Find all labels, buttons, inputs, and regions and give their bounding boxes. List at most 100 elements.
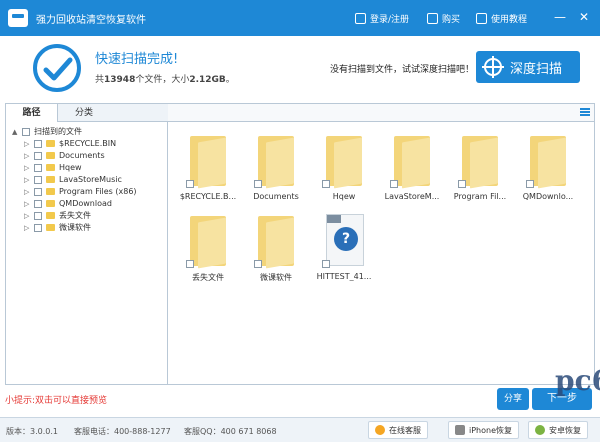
folder-icon — [326, 136, 362, 189]
close-button[interactable]: ✕ — [576, 8, 592, 26]
crosshair-icon — [482, 56, 504, 78]
buy-button[interactable]: 购买 — [427, 10, 460, 26]
android-recover-label: 安卓恢复 — [549, 425, 581, 435]
folder-icon — [258, 136, 294, 189]
grid-toolbar — [168, 104, 594, 122]
iphone-recover-button[interactable]: iPhone恢复 — [448, 421, 520, 439]
results-panel: 路径 分类 ▲ 扫描到的文件 ▷ $RECYCLE.BIN ▷ Documents … — [5, 103, 595, 385]
checkbox[interactable] — [34, 211, 42, 220]
login-label: 登录/注册 — [370, 14, 410, 25]
expand-icon[interactable]: ▷ — [24, 176, 31, 184]
grid-item[interactable]: Documents — [244, 130, 308, 206]
checkbox[interactable] — [254, 260, 262, 268]
checkbox[interactable] — [34, 223, 42, 232]
checkbox[interactable] — [390, 180, 398, 188]
tab-path[interactable]: 路径 — [6, 104, 58, 122]
tree-item-label: LavaStoreMusic — [59, 175, 122, 184]
checkbox[interactable] — [34, 199, 42, 208]
grid-item[interactable]: $RECYCLE.B... — [176, 130, 240, 206]
grid-item-label: Documents — [253, 192, 299, 201]
checkbox[interactable] — [34, 163, 42, 172]
grid-item[interactable]: QMDownlo... — [516, 130, 580, 206]
iphone-icon — [455, 425, 465, 435]
checkbox[interactable] — [186, 260, 194, 268]
checkbox[interactable] — [22, 127, 30, 136]
checkbox[interactable] — [254, 180, 262, 188]
cart-icon — [427, 12, 438, 24]
help-icon — [476, 12, 487, 24]
folder-icon — [190, 216, 226, 269]
grid-item[interactable]: 微课软件 — [244, 210, 308, 286]
title-bar: 强力回收站清空恢复软件 登录/注册 购买 使用教程 — ✕ — [0, 0, 600, 36]
folder-icon — [46, 200, 55, 207]
checkbox[interactable] — [526, 180, 534, 188]
checkbox[interactable] — [34, 175, 42, 184]
grid-item-label: 丢失文件 — [192, 273, 224, 282]
share-button[interactable]: 分享 — [497, 388, 529, 410]
expand-icon[interactable]: ▷ — [24, 188, 31, 196]
tree-item-label: 丢失文件 — [59, 211, 91, 220]
qq-text: 客服QQ：400 671 8068 — [184, 427, 277, 436]
grid-item[interactable]: LavaStoreM... — [380, 130, 444, 206]
online-service-button[interactable]: 在线客服 — [368, 421, 428, 439]
checkbox[interactable] — [34, 139, 42, 148]
checkbox[interactable] — [34, 151, 42, 160]
deep-scan-label: 深度扫描 — [510, 61, 563, 77]
grid-item-label: Hqew — [332, 192, 356, 201]
grid-item[interactable]: Hqew — [312, 130, 376, 206]
expand-icon[interactable]: ▷ — [24, 140, 31, 148]
pc6-watermark: pc6 — [555, 364, 600, 397]
version-text: 版本：3.0.0.1 — [6, 427, 58, 436]
login-button[interactable]: 登录/注册 — [355, 10, 409, 26]
folder-icon — [46, 212, 55, 219]
app-title: 强力回收站清空恢复软件 — [36, 15, 146, 26]
list-view-icon[interactable] — [580, 108, 590, 116]
tab-category[interactable]: 分类 — [58, 104, 110, 122]
tree-item[interactable]: ▷ $RECYCLE.BIN — [24, 138, 116, 149]
grid-item[interactable]: 丢失文件 — [176, 210, 240, 286]
folder-icon — [46, 152, 55, 159]
tree-item[interactable]: ▷ QMDownload — [24, 198, 112, 209]
deep-scan-hint: 没有扫描到文件，试试深度扫描吧！ — [330, 65, 475, 75]
tree-item[interactable]: ▷ 微课软件 — [24, 222, 91, 233]
summary-suffix: 。 — [225, 75, 235, 85]
minimize-button[interactable]: — — [552, 8, 568, 26]
tree-root[interactable]: ▲ 扫描到的文件 — [12, 126, 82, 137]
expand-icon[interactable]: ▷ — [24, 224, 31, 232]
tree-item[interactable]: ▷ Program Files (x86) — [24, 186, 137, 197]
tree-item-label: Hqew — [59, 163, 82, 172]
file-grid: $RECYCLE.B... Documents Hqew LavaStoreM.… — [168, 122, 594, 384]
android-icon — [535, 425, 545, 435]
checkbox[interactable] — [186, 180, 194, 188]
tree-item[interactable]: ▷ Hqew — [24, 162, 82, 173]
deep-scan-button[interactable]: 深度扫描 — [476, 51, 580, 83]
expand-icon[interactable]: ▷ — [24, 200, 31, 208]
folder-tree: ▲ 扫描到的文件 ▷ $RECYCLE.BIN ▷ Documents ▷ Hqew … — [6, 122, 168, 384]
scan-done-title: 快速扫描完成! — [95, 52, 179, 67]
folder-icon — [46, 188, 55, 195]
online-service-label: 在线客服 — [389, 425, 421, 435]
tree-item[interactable]: ▷ Documents — [24, 150, 105, 161]
grid-item-label: LavaStoreM... — [384, 192, 440, 201]
preview-tip: 小提示:双击可以直接预览 — [5, 396, 108, 406]
unknown-file-icon: ? — [326, 214, 364, 266]
collapse-icon[interactable]: ▲ — [12, 128, 19, 136]
tree-item[interactable]: ▷ 丢失文件 — [24, 210, 91, 221]
expand-icon[interactable]: ▷ — [24, 212, 31, 220]
tutorial-button[interactable]: 使用教程 — [476, 10, 527, 26]
grid-item[interactable]: ? HITTEST_41... — [312, 210, 376, 286]
android-recover-button[interactable]: 安卓恢复 — [528, 421, 588, 439]
tree-item[interactable]: ▷ LavaStoreMusic — [24, 174, 122, 185]
folder-icon — [46, 224, 55, 231]
expand-icon[interactable]: ▷ — [24, 152, 31, 160]
checkbox[interactable] — [458, 180, 466, 188]
view-tabs: 路径 分类 — [6, 104, 168, 122]
checkbox[interactable] — [322, 180, 330, 188]
grid-item[interactable]: Program Fil... — [448, 130, 512, 206]
checkbox[interactable] — [322, 260, 330, 268]
expand-icon[interactable]: ▷ — [24, 164, 31, 172]
tree-root-label: 扫描到的文件 — [34, 127, 82, 136]
grid-item-label: QMDownlo... — [522, 192, 574, 201]
checkbox[interactable] — [34, 187, 42, 196]
folder-icon — [46, 140, 55, 147]
